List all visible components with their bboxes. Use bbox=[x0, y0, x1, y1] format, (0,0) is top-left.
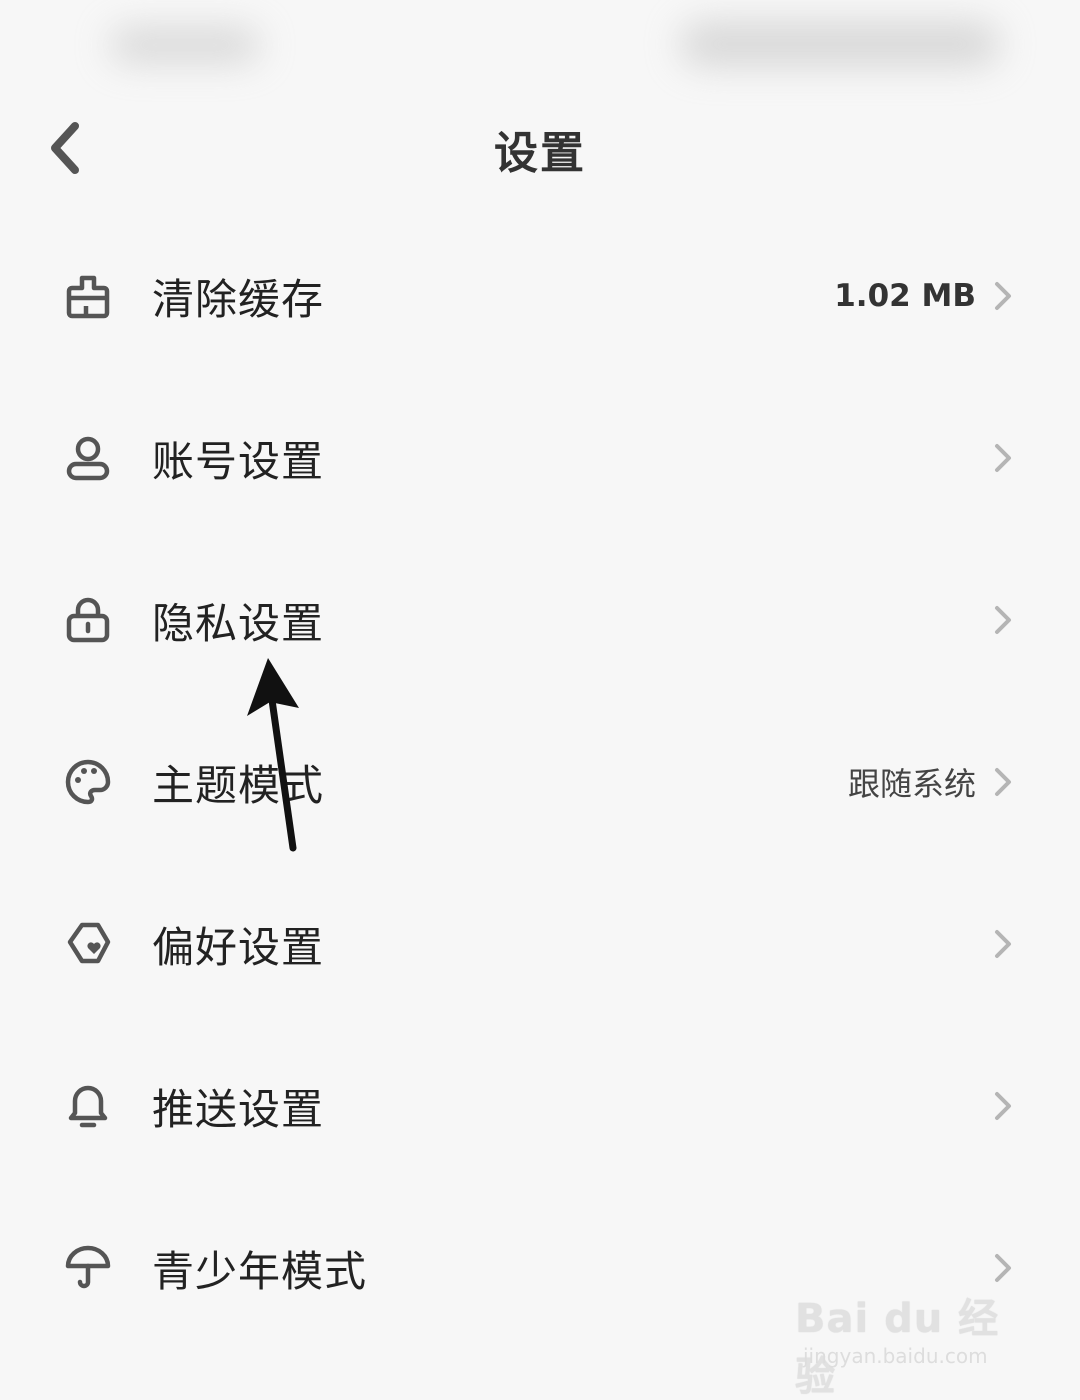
menu-item-label: 账号设置 bbox=[152, 436, 325, 486]
watermark-brand: Bai du 经验 bbox=[795, 1296, 1000, 1400]
menu-item-label: 推送设置 bbox=[152, 1084, 325, 1134]
watermark-url: jingyan.baidu.com bbox=[803, 1344, 988, 1368]
header-bar: 设置 bbox=[0, 95, 1080, 205]
broom-icon bbox=[60, 268, 116, 324]
theme-mode-value: 跟随系统 bbox=[847, 765, 976, 803]
menu-item-label: 清除缓存 bbox=[152, 274, 325, 324]
status-bar-icons-blur bbox=[680, 22, 1000, 66]
chevron-right-icon bbox=[988, 438, 1018, 478]
menu-item-clear-cache[interactable]: 清除缓存 1.02 MB bbox=[0, 215, 1080, 377]
user-icon bbox=[60, 430, 116, 486]
chevron-right-icon bbox=[988, 1086, 1018, 1126]
umbrella-icon bbox=[60, 1240, 116, 1296]
chevron-right-icon bbox=[988, 762, 1018, 802]
menu-item-account-settings[interactable]: 账号设置 bbox=[0, 377, 1080, 539]
settings-menu: 清除缓存 1.02 MB 账号设置 隐私设置 主题模式 跟随系统 偏好设置 推送… bbox=[0, 215, 1080, 1349]
chevron-right-icon bbox=[988, 276, 1018, 316]
menu-item-label: 主题模式 bbox=[152, 760, 325, 810]
menu-item-preference-settings[interactable]: 偏好设置 bbox=[0, 863, 1080, 1025]
bell-icon bbox=[60, 1078, 116, 1134]
cache-size-value: 1.02 MB bbox=[834, 278, 976, 314]
menu-item-label: 隐私设置 bbox=[152, 598, 325, 648]
chevron-right-icon bbox=[988, 600, 1018, 640]
lock-icon bbox=[60, 592, 116, 648]
menu-item-privacy-settings[interactable]: 隐私设置 bbox=[0, 539, 1080, 701]
palette-icon bbox=[60, 754, 116, 810]
menu-item-label: 偏好设置 bbox=[152, 922, 325, 972]
settings-screen: 设置 清除缓存 1.02 MB 账号设置 隐私设置 主题模式 跟随系统 偏好设置… bbox=[0, 0, 1080, 1400]
status-bar bbox=[0, 0, 1080, 90]
status-bar-time-blur bbox=[110, 28, 260, 62]
menu-item-label: 青少年模式 bbox=[152, 1246, 368, 1296]
menu-item-theme-mode[interactable]: 主题模式 跟随系统 bbox=[0, 701, 1080, 863]
chevron-right-icon bbox=[988, 924, 1018, 964]
shield-heart-icon bbox=[60, 916, 116, 972]
baidu-jingyan-watermark: Bai du 经验 jingyan.baidu.com bbox=[795, 1280, 1025, 1400]
page-title: 设置 bbox=[494, 128, 586, 179]
menu-item-push-settings[interactable]: 推送设置 bbox=[0, 1025, 1080, 1187]
